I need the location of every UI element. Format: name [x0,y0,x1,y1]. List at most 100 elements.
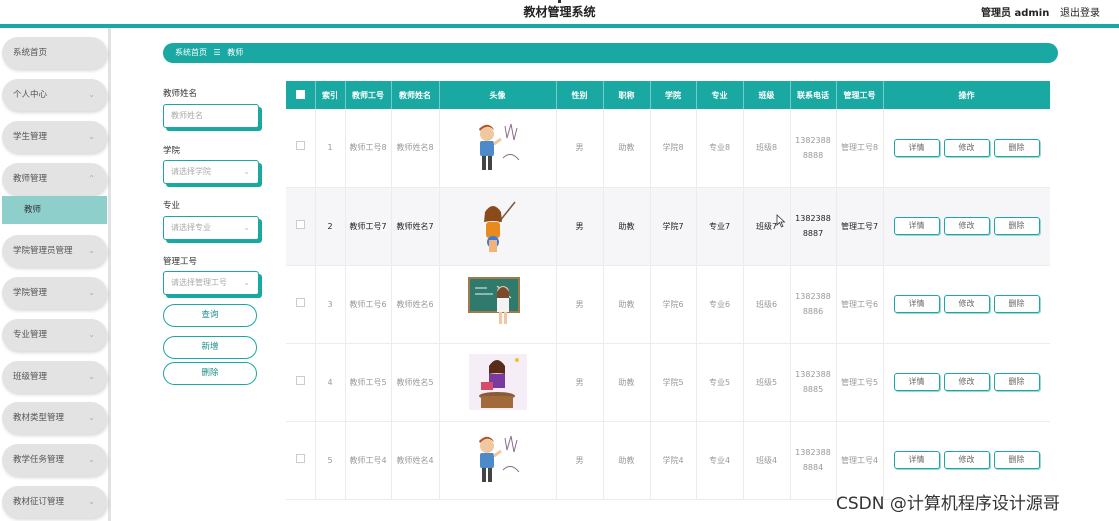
sidebar-item-label: 班级管理 [13,372,48,382]
chevron-down-icon: ⌄ [243,278,250,287]
chevron-down-icon: ⌄ [88,288,95,297]
cell-gender: 男 [556,109,604,188]
cell-gender: 男 [556,265,604,344]
col-header: 操作 [883,81,1050,109]
college-select[interactable]: 请选择学院 ⌄ [163,160,259,184]
chevron-down-icon: ⌄ [88,330,95,339]
select-all-checkbox[interactable] [286,81,316,109]
cell-avatar [439,343,557,422]
cell-actions: 详情 修改 删除 [883,343,1050,422]
chevron-down-icon: ⌄ [243,167,250,176]
cell-class: 班级4 [743,421,791,500]
row-checkbox[interactable] [286,343,316,422]
cell-class: 班级5 [743,343,791,422]
top-accent-line [0,24,1119,28]
sidebar-item-teaching-tasks[interactable]: 教学任务管理 ⌄ [2,444,107,476]
sidebar-item-label: 学院管理员管理 [13,246,73,256]
edit-button[interactable]: 修改 [943,373,990,391]
edit-button[interactable]: 修改 [943,217,990,235]
sidebar-item-label: 系统首页 [13,48,48,58]
detail-button[interactable]: 详情 [893,217,940,235]
cell-gender: 男 [556,421,604,500]
sidebar-item-label: 教材征订管理 [13,497,65,507]
cell-admin-no: 管理工号4 [836,421,884,500]
row-checkbox[interactable] [286,265,316,344]
top-bar: 教材管理系统 管理员 admin 退出登录 [0,0,1119,24]
admin-no-select[interactable]: 请选择管理工号 ⌄ [163,271,259,295]
batch-delete-button[interactable]: 删除 [163,362,257,385]
cell-teacher-name: 教师姓名4 [391,421,440,500]
cell-title: 助教 [603,421,651,500]
edit-button[interactable]: 修改 [943,295,990,313]
cell-title: 助教 [603,265,651,344]
sidebar-item-college-admins[interactable]: 学院管理员管理 ⌄ [2,235,107,267]
mouse-marker [558,0,561,3]
chevron-down-icon: ⌄ [88,90,95,99]
cell-gender: 男 [556,343,604,422]
sidebar-item-label: 专业管理 [13,330,48,340]
cell-teacher-name: 教师姓名5 [391,343,440,422]
delete-button[interactable]: 删除 [993,138,1040,157]
teacher-name-input[interactable]: 教师姓名 [163,104,259,128]
detail-button[interactable]: 详情 [893,451,940,469]
cell-class: 班级6 [743,265,791,344]
cell-teacher-no: 教师工号8 [345,109,392,188]
delete-button[interactable]: 删除 [993,373,1040,391]
sidebar-item-home[interactable]: 系统首页 [2,37,107,69]
current-user: 管理员 admin [981,8,1050,19]
sidebar-subitem-label: 教师 [24,205,42,215]
table-row: 2 教师工号7 教师姓名7 男助教 学院7 专业7 班级7 13823888887 管理工号7 详… [286,187,1050,266]
cell-actions: 详情 修改 删除 [883,109,1050,188]
edit-button[interactable]: 修改 [943,451,990,469]
delete-button[interactable]: 删除 [993,451,1040,469]
sidebar-item-students[interactable]: 学生管理 ⌄ [2,121,107,153]
major-placeholder: 请选择专业 [171,223,211,232]
sidebar-item-textbook-types[interactable]: 教材类型管理 ⌄ [2,402,107,434]
cell-admin-no: 管理工号7 [836,187,884,266]
search-button[interactable]: 查询 [163,304,257,327]
col-header: 性别 [556,81,604,109]
cell-phone: 13823888888 [790,109,837,188]
sidebar-item-colleges[interactable]: 学院管理 ⌄ [2,277,107,309]
sidebar-subitem-teacher[interactable]: 教师 [2,196,107,224]
col-header: 班级 [743,81,791,109]
row-checkbox[interactable] [286,421,316,500]
sidebar-item-classes[interactable]: 班级管理 ⌄ [2,361,107,393]
col-header: 管理工号 [836,81,884,109]
cell-admin-no: 管理工号8 [836,109,884,188]
row-checkbox[interactable] [286,109,316,188]
detail-button[interactable]: 详情 [893,373,940,391]
sidebar-item-majors[interactable]: 专业管理 ⌄ [2,319,107,351]
detail-button[interactable]: 详情 [893,295,940,313]
row-checkbox[interactable] [286,187,316,266]
major-select[interactable]: 请选择专业 ⌄ [163,216,259,240]
sidebar-item-label: 个人中心 [13,90,48,100]
filter-admin-label: 管理工号 [163,257,198,267]
chevron-down-icon: ⌄ [88,455,95,464]
add-button[interactable]: 新增 [163,336,257,359]
teacher-name-placeholder: 教师姓名 [171,111,203,120]
teacher-table: 索引 教师工号 教师姓名 头像 性别 职称 学院 专业 班级 联系电话 管理工号… [286,81,1050,521]
sidebar-item-teachers[interactable]: 教师管理 ⌃ [2,163,107,195]
watermark: CSDN @计算机程序设计源哥 [836,494,1060,514]
sidebar-item-textbook-orders[interactable]: 教材征订管理 ⌄ [2,486,107,518]
cell-title: 助教 [603,187,651,266]
menu-icon: ☰ [213,48,221,57]
col-header: 学院 [650,81,697,109]
cell-index: 5 [315,421,346,500]
chevron-up-icon: ⌃ [88,174,95,183]
cell-major: 专业5 [696,343,744,422]
table-row: 1 教师工号8 教师姓名8 男助教 学院8 专业8 班级8 13823888888 管理工号8 详… [286,109,1050,188]
edit-button[interactable]: 修改 [943,138,990,157]
cell-avatar [439,265,557,344]
table-row: 3 教师工号6 教师姓名6 男助教 学院6 专业6 班级6 13823888886 管理工号6 详… [286,265,1050,344]
cell-teacher-no: 教师工号4 [345,421,392,500]
breadcrumb: 系统首页 ☰ 教师 [163,43,1058,63]
delete-button[interactable]: 删除 [993,295,1040,313]
detail-button[interactable]: 详情 [893,138,940,157]
sidebar-item-profile[interactable]: 个人中心 ⌄ [2,79,107,111]
breadcrumb-home[interactable]: 系统首页 [175,48,207,57]
delete-button[interactable]: 删除 [993,217,1040,235]
cell-teacher-name: 教师姓名7 [391,187,440,266]
logout-link[interactable]: 退出登录 [1060,4,1100,19]
